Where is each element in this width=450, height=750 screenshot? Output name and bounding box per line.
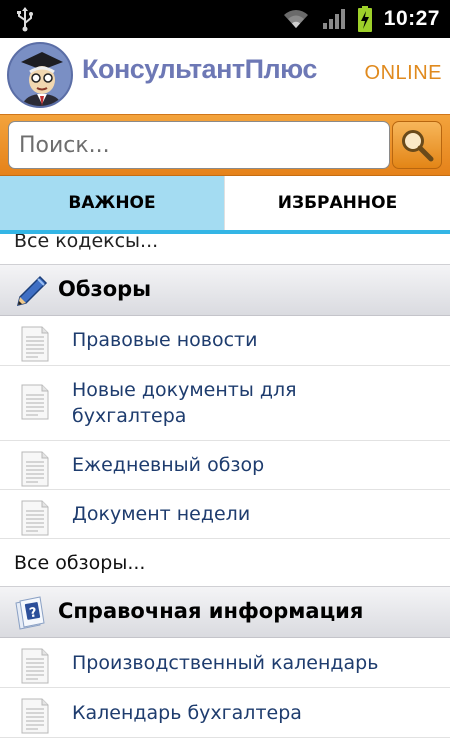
list-item[interactable]: Документ недели xyxy=(0,490,450,539)
document-icon xyxy=(21,326,49,362)
list-item-label: Документ недели xyxy=(72,503,251,525)
list-item[interactable]: Новые документы для бухгалтера xyxy=(0,366,450,441)
wifi-icon xyxy=(283,10,308,28)
list-item[interactable]: Календарь бухгалтера xyxy=(0,688,450,738)
list-item-label: Производственный календарь xyxy=(72,652,379,674)
tab-bar: ВАЖНОЕ ИЗБРАННОЕ xyxy=(0,176,450,234)
list-item[interactable]: Производственный календарь xyxy=(0,638,450,688)
tab-favorites[interactable]: ИЗБРАННОЕ xyxy=(224,176,450,230)
list-item[interactable]: Правовые новости xyxy=(0,316,450,366)
document-icon xyxy=(21,500,49,536)
list-item-label-line1: Новые документы для xyxy=(72,379,297,401)
search-button[interactable] xyxy=(392,121,442,169)
pencil-icon xyxy=(16,275,48,307)
battery-charging-icon xyxy=(357,6,372,32)
list-item-label: Ежедневный обзор xyxy=(72,454,265,476)
section-header-reviews: Обзоры xyxy=(0,264,450,316)
document-icon xyxy=(21,698,49,734)
status-bar: 10:27 xyxy=(0,0,450,38)
document-icon xyxy=(21,648,49,684)
section-title: Обзоры xyxy=(58,277,152,301)
list-item-label-line2: бухгалтера xyxy=(72,405,187,427)
search-icon xyxy=(402,130,434,162)
tab-important-label: ВАЖНОЕ xyxy=(68,193,156,213)
search-input[interactable] xyxy=(8,121,390,169)
tab-favorites-label: ИЗБРАННОЕ xyxy=(277,193,398,213)
document-icon xyxy=(21,384,49,420)
clock-time: 10:27 xyxy=(383,7,440,30)
search-bar xyxy=(0,114,450,176)
all-reviews-link[interactable]: Все обзоры... xyxy=(14,552,145,574)
list-item-label: Правовые новости xyxy=(72,329,258,351)
usb-icon xyxy=(17,7,33,32)
professor-logo-icon xyxy=(21,52,63,106)
app-logo xyxy=(7,42,73,108)
online-label: ONLINE xyxy=(364,62,442,84)
section-header-reference: ? Справочная информация xyxy=(0,586,450,638)
content-list[interactable]: Все кодексы... Обзоры Правовые новости Н… xyxy=(0,234,450,750)
help-book-icon: ? xyxy=(15,596,45,630)
document-icon xyxy=(21,451,49,487)
brand-name: КонсультантПлюс xyxy=(82,54,317,84)
tab-important[interactable]: ВАЖНОЕ xyxy=(0,176,224,230)
list-item-label: Календарь бухгалтера xyxy=(72,702,302,724)
list-item[interactable]: Ежедневный обзор xyxy=(0,441,450,490)
all-codes-link[interactable]: Все кодексы... xyxy=(14,234,158,256)
signal-icon xyxy=(322,9,345,29)
section-title: Справочная информация xyxy=(58,599,364,623)
app-header: КонсультантПлюс ONLINE xyxy=(0,38,450,114)
